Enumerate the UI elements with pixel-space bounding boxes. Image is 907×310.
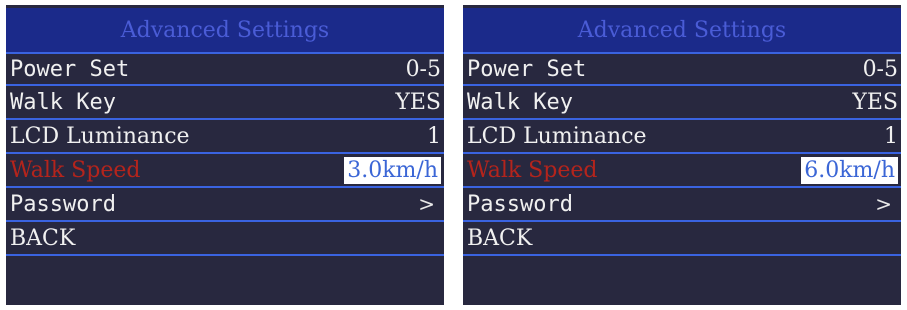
menu-item-value: 1: [427, 123, 441, 149]
settings-screen-left: Advanced Settings Power Set 0-5 Walk Key…: [6, 5, 444, 305]
menu-item-label: Walk Speed: [467, 157, 598, 183]
screen-title: Advanced Settings: [6, 8, 444, 52]
menu-item-lcd-luminance[interactable]: LCD Luminance 1: [463, 120, 901, 154]
menu-item-value: YES: [395, 89, 441, 115]
menu-item-power-set[interactable]: Power Set 0-5: [463, 52, 901, 86]
menu-item-walk-key[interactable]: Walk Key YES: [463, 86, 901, 120]
chevron-right-icon: >: [875, 192, 892, 216]
menu-item-label: Password: [467, 191, 573, 217]
walk-speed-value-field[interactable]: 6.0km/h: [801, 156, 898, 184]
menu-item-walk-speed[interactable]: Walk Speed 6.0km/h: [463, 154, 901, 188]
settings-menu: Power Set 0-5 Walk Key YES LCD Luminance…: [6, 52, 444, 256]
walk-speed-value-field[interactable]: 3.0km/h: [344, 156, 441, 184]
settings-screen-right: Advanced Settings Power Set 0-5 Walk Key…: [463, 5, 901, 305]
menu-item-label: Password: [10, 191, 116, 217]
menu-item-power-set[interactable]: Power Set 0-5: [6, 52, 444, 86]
menu-item-label: BACK: [467, 225, 533, 251]
menu-item-label: LCD Luminance: [10, 123, 190, 149]
menu-item-label: Walk Key: [467, 89, 573, 115]
screen-title: Advanced Settings: [463, 8, 901, 52]
menu-item-label: Power Set: [467, 56, 587, 82]
menu-item-value: 0-5: [405, 56, 441, 82]
menu-item-walk-key[interactable]: Walk Key YES: [6, 86, 444, 120]
menu-item-value: YES: [852, 89, 898, 115]
menu-item-password[interactable]: Password >: [463, 188, 901, 222]
menu-item-lcd-luminance[interactable]: LCD Luminance 1: [6, 120, 444, 154]
menu-item-password[interactable]: Password >: [6, 188, 444, 222]
menu-item-back[interactable]: BACK: [463, 222, 901, 256]
menu-item-walk-speed[interactable]: Walk Speed 3.0km/h: [6, 154, 444, 188]
chevron-right-icon: >: [418, 192, 435, 216]
menu-item-label: Walk Speed: [10, 157, 141, 183]
settings-menu: Power Set 0-5 Walk Key YES LCD Luminance…: [463, 52, 901, 256]
menu-item-label: BACK: [10, 225, 76, 251]
menu-item-back[interactable]: BACK: [6, 222, 444, 256]
menu-item-label: Power Set: [10, 56, 130, 82]
menu-item-value: 0-5: [862, 56, 898, 82]
menu-item-label: LCD Luminance: [467, 123, 647, 149]
menu-item-value: 1: [884, 123, 898, 149]
menu-item-label: Walk Key: [10, 89, 116, 115]
